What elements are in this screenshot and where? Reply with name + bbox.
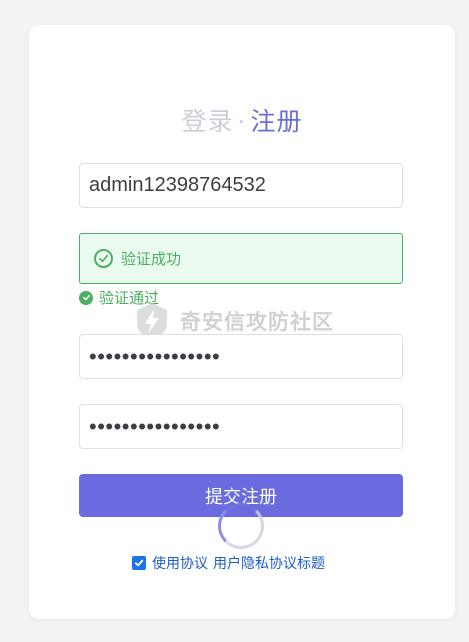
password-field[interactable] (79, 334, 403, 379)
tab-separator: · (237, 107, 247, 136)
username-field[interactable] (79, 163, 403, 208)
checkbox-checked-icon[interactable] (132, 556, 146, 570)
tab-register[interactable]: 注册 (250, 107, 302, 136)
confirm-password-field[interactable] (79, 404, 403, 449)
check-badge-icon (79, 290, 93, 305)
captcha-status-text: 验证成功 (121, 250, 182, 268)
password-input[interactable] (89, 343, 393, 370)
username-input[interactable] (89, 174, 393, 197)
captcha-verify-box[interactable]: 验证成功 (79, 233, 403, 284)
register-card: 登录·注册 验证成功 验证通过 奇安信攻防社区 提交注册 使用协议 (29, 25, 455, 619)
watermark-text: 奇安信攻防社区 (180, 310, 334, 334)
form-title: 登录 · 注册 (29, 102, 455, 138)
agreement-label[interactable]: 使用协议 (152, 553, 208, 573)
tab-login[interactable]: 登录 (182, 107, 234, 136)
check-circle-icon (94, 249, 113, 268)
spinner-icon (218, 503, 264, 549)
agreement-row: 使用协议 用户隐私协议标题 (132, 553, 325, 573)
confirm-password-input[interactable] (89, 413, 393, 440)
privacy-policy-link[interactable]: 用户隐私协议标题 (213, 553, 325, 573)
